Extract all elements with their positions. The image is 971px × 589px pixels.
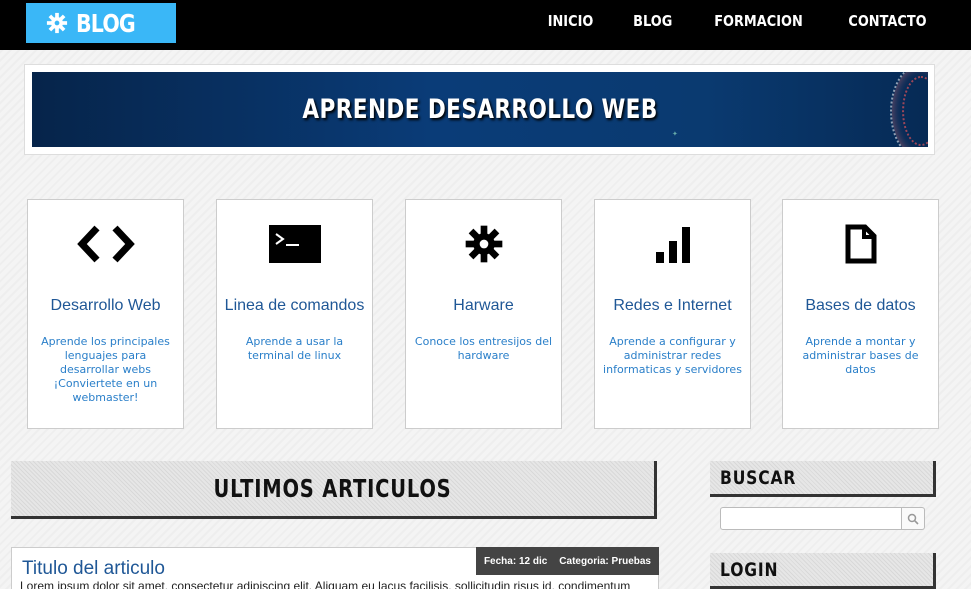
card-title: Bases de datos (805, 297, 916, 314)
card-description: Aprende a configurar y administrar redes… (603, 335, 742, 376)
widget-title: LOGIN (720, 558, 779, 581)
card-description: Aprende a usar la terminal de linux (245, 335, 344, 362)
signal-bars-icon (595, 222, 750, 266)
article-category[interactable]: Categoria: Pruebas (559, 556, 651, 567)
nav-blog[interactable]: BLOG (633, 12, 672, 30)
card-description: Conoce los entresijos del hardware (414, 335, 553, 362)
search-box (720, 507, 925, 530)
gear-icon (406, 222, 561, 266)
main-nav: INICIO BLOG FORMACION CONTACTO (544, 12, 933, 30)
login-widget-header: LOGIN (710, 553, 936, 589)
top-navbar: BLOG INICIO BLOG FORMACION CONTACTO (0, 0, 971, 50)
article-title[interactable]: Titulo del articulo (22, 558, 165, 580)
nav-contacto[interactable]: CONTACTO (848, 12, 926, 30)
section-title: ULTIMOS ARTICULOS (213, 474, 452, 503)
card-title: Linea de comandos (224, 297, 365, 314)
code-icon (28, 222, 183, 266)
search-button[interactable] (902, 507, 925, 530)
card-description: Aprende a montar y administrar bases de … (802, 335, 919, 376)
category-card-redes-e-internet[interactable]: Redes e Internet Aprende a configurar y … (594, 199, 751, 429)
banner-frame: APRENDE DESARROLLO WEB ✦ (24, 64, 935, 155)
hero-banner: APRENDE DESARROLLO WEB ✦ (32, 72, 928, 147)
search-input[interactable] (720, 507, 902, 530)
article-date: Fecha: 12 dic (483, 555, 548, 567)
search-widget-header: BUSCAR (710, 461, 936, 497)
card-description: Aprende los principales lenguajes para d… (41, 335, 170, 404)
article-excerpt: Lorem ipsum dolor sit amet, consectetur … (20, 579, 631, 589)
articles-section-header: ULTIMOS ARTICULOS (11, 461, 657, 519)
star-icon: ✦ (672, 130, 678, 138)
card-title: Redes e Internet (613, 297, 732, 314)
category-card-linea-de-comandos[interactable]: Linea de comandos Aprende a usar la term… (216, 199, 373, 429)
logo[interactable]: BLOG (26, 3, 176, 43)
nav-inicio[interactable]: INICIO (548, 12, 594, 30)
card-title: Harware (453, 297, 514, 314)
nav-formacion[interactable]: FORMACION (714, 12, 803, 30)
widget-title: BUSCAR (720, 466, 797, 489)
logo-text: BLOG (76, 8, 136, 38)
article-meta: Fecha: 12 dic Categoria: Pruebas (475, 547, 659, 575)
search-icon (907, 513, 919, 525)
gear-icon (46, 12, 68, 34)
banner-title: APRENDE DESARROLLO WEB (302, 94, 658, 125)
card-title: Desarrollo Web (50, 297, 161, 314)
category-card-harware[interactable]: Harware Conoce los entresijos del hardwa… (405, 199, 562, 429)
document-icon (783, 222, 938, 266)
terminal-icon (217, 222, 372, 266)
article-card: Titulo del articulo Fecha: 12 dic Catego… (11, 547, 659, 589)
category-card-desarrollo-web[interactable]: Desarrollo Web Aprende los principales l… (27, 199, 184, 429)
category-card-bases-de-datos[interactable]: Bases de datos Aprende a montar y admini… (782, 199, 939, 429)
